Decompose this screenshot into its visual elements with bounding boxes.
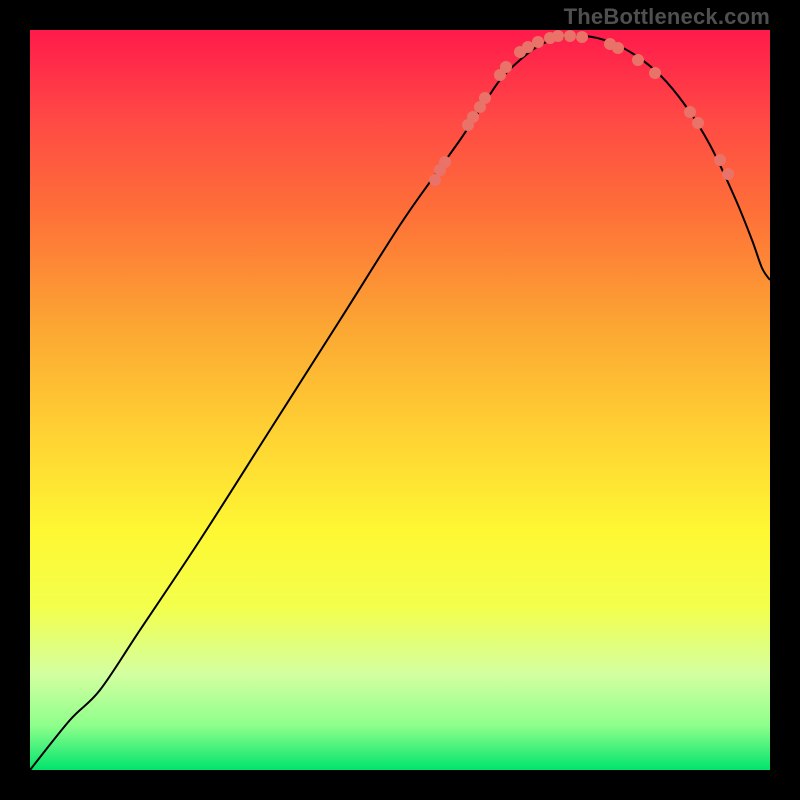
data-dot [714, 154, 726, 166]
data-dot [552, 30, 564, 42]
data-dot [576, 31, 588, 43]
curve-svg [30, 30, 770, 770]
data-dot [479, 92, 491, 104]
data-dot [467, 111, 479, 123]
plot-area [30, 30, 770, 770]
data-dot [692, 117, 704, 129]
data-dots [429, 30, 734, 186]
data-dot [612, 42, 624, 54]
data-dot [532, 36, 544, 48]
data-dot [500, 61, 512, 73]
watermark-text: TheBottleneck.com [564, 4, 770, 30]
data-dot [564, 30, 576, 42]
chart-frame: TheBottleneck.com [0, 0, 800, 800]
data-dot [632, 54, 644, 66]
data-dot [649, 67, 661, 79]
data-dot [439, 156, 451, 168]
data-dot [684, 106, 696, 118]
data-dot [722, 168, 734, 180]
bottleneck-curve [30, 36, 770, 770]
